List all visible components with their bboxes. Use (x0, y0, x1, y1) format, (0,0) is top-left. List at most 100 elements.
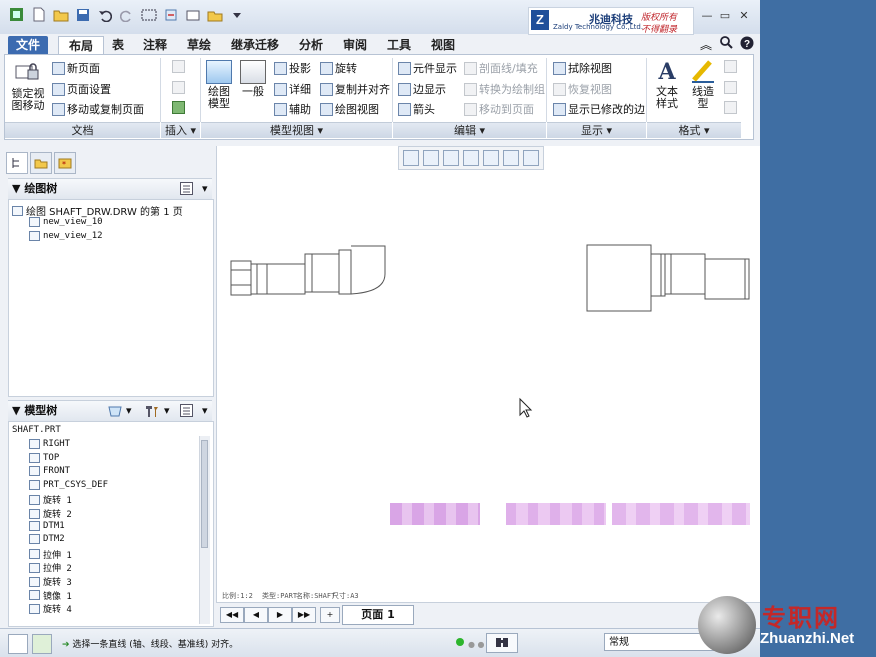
scrollbar-thumb[interactable] (201, 440, 208, 548)
tree-item[interactable]: 旋转 4 (29, 602, 72, 615)
lock-view-move-button[interactable]: 锁定视 图移动 (10, 60, 46, 112)
group-display[interactable]: 显示 ▾ (547, 122, 646, 138)
dropdown-icon[interactable]: ▾ (164, 401, 170, 421)
tab-analysis[interactable]: 分析 (294, 36, 328, 54)
drawing-tree-root[interactable]: 绘图 SHAFT_DRW.DRW 的第 1 页 (12, 203, 183, 218)
annotation-display-icon[interactable] (523, 150, 539, 166)
collapse-ribbon-icon[interactable]: ︽ (700, 36, 712, 53)
datum-display-icon[interactable] (503, 150, 519, 166)
open-folder-icon[interactable] (52, 6, 69, 23)
edge-display-button[interactable]: 边显示 (398, 81, 446, 97)
repaint-icon[interactable] (463, 150, 479, 166)
close-icon[interactable]: ✕ (737, 10, 751, 22)
tab-annotate[interactable]: 注释 (138, 36, 172, 54)
general-view-button[interactable]: 一般 (238, 60, 268, 98)
next-page-button[interactable]: ▶ (268, 607, 292, 623)
arrow-button[interactable]: 箭头 (398, 101, 435, 117)
new-file-icon[interactable] (30, 6, 47, 23)
tab-table[interactable]: 表 (106, 36, 130, 54)
show-modified-edges-button[interactable]: 显示已修改的边 (553, 101, 645, 117)
customize-toolbar-icon[interactable] (228, 6, 245, 23)
group-insert[interactable]: 插入 ▾ (161, 122, 200, 138)
model-tree-scrollbar[interactable] (199, 436, 210, 624)
dropdown-icon[interactable]: ▾ (202, 179, 208, 199)
tree-item[interactable]: DTM2 (29, 534, 65, 545)
tab-view[interactable]: 视图 (426, 36, 460, 54)
tree-item[interactable]: new_view_12 (29, 231, 103, 241)
drawing-tree-header[interactable]: ▼ 绘图树 ▾ (8, 178, 212, 199)
regenerate-icon[interactable] (162, 6, 179, 23)
revolve-view-button[interactable]: 旋转 (320, 60, 357, 76)
tab-legacy-migration[interactable]: 继承迁移 (226, 36, 284, 54)
tab-review[interactable]: 审阅 (338, 36, 372, 54)
erase-view-button[interactable]: 拭除视图 (553, 60, 612, 76)
folder-browser-tab[interactable] (30, 152, 52, 174)
model-tree-root[interactable]: SHAFT.PRT (12, 425, 61, 435)
detail-view-button[interactable]: 详细 (274, 81, 311, 97)
browser-toggle-icon[interactable] (32, 634, 52, 654)
move-copy-page-button[interactable]: 移动或复制页面 (52, 101, 144, 117)
group-format[interactable]: 格式 ▾ (647, 122, 741, 138)
insert-graph-button[interactable] (172, 60, 185, 73)
page-tab[interactable]: 页面 1 (342, 605, 414, 625)
refit-icon[interactable] (403, 150, 419, 166)
tree-item[interactable]: 旋转 3 (29, 575, 72, 588)
format-misc-button[interactable] (724, 101, 737, 114)
tree-item[interactable]: DTM1 (29, 520, 65, 531)
first-page-button[interactable]: ◀◀ (220, 607, 244, 623)
dropdown-icon[interactable]: ▾ (202, 401, 208, 421)
favorites-tab[interactable]: * (54, 152, 76, 174)
tree-item[interactable]: FRONT (29, 466, 70, 477)
model-tree-header[interactable]: ▼ 模型树 ▾ ▾ ▾ (8, 400, 212, 421)
close-window-icon[interactable] (206, 6, 223, 23)
display-style-icon[interactable] (483, 150, 499, 166)
minimize-icon[interactable]: — (700, 10, 714, 22)
convert-drawing-group-button[interactable]: 转换为绘制组 (464, 81, 545, 97)
save-icon[interactable] (74, 6, 91, 23)
drawing-model-button[interactable]: 绘图 模型 (204, 60, 234, 110)
format-pattern-button[interactable] (724, 81, 737, 94)
element-display-button[interactable]: 元件显示 (398, 60, 457, 76)
tab-layout[interactable]: 布局 (58, 36, 104, 55)
tab-tools[interactable]: 工具 (382, 36, 416, 54)
tree-item[interactable]: 镜像 1 (29, 589, 72, 602)
restore-view-button[interactable]: 恢复视图 (553, 81, 612, 97)
line-style-button[interactable]: 线造 型 (688, 58, 718, 110)
tree-item[interactable]: RIGHT (29, 439, 70, 449)
tree-item[interactable]: PRT_CSYS_DEF (29, 479, 108, 490)
insert-image-button[interactable] (172, 101, 185, 114)
last-page-button[interactable]: ▶▶ (292, 607, 316, 623)
maximize-icon[interactable]: ▭ (718, 10, 732, 22)
section-fill-button[interactable]: 剖面线/填充 (464, 60, 538, 76)
tree-item[interactable]: new_view_10 (29, 217, 103, 227)
format-settings-button[interactable] (724, 60, 737, 73)
group-edit[interactable]: 编辑 ▾ (393, 122, 546, 138)
zoom-in-icon[interactable] (423, 150, 439, 166)
help-icon[interactable]: ? (740, 36, 754, 53)
prev-page-button[interactable]: ◀ (244, 607, 268, 623)
page-setup-button[interactable]: 页面设置 (52, 81, 111, 97)
navigator-toggle-icon[interactable] (8, 634, 28, 654)
dropdown-icon[interactable]: ▾ (126, 401, 132, 421)
group-model-view[interactable]: 模型视图 ▾ (201, 122, 392, 138)
undo-icon[interactable] (96, 6, 113, 23)
find-icon[interactable] (486, 633, 518, 653)
drawing-view-button[interactable]: 绘图视图 (320, 101, 379, 117)
group-document[interactable]: 文档 (5, 122, 160, 138)
windows-icon[interactable] (184, 6, 201, 23)
add-page-icon[interactable]: + (320, 607, 340, 623)
tree-item[interactable]: 旋转 2 (29, 507, 72, 520)
projection-view-button[interactable]: 投影 (274, 60, 311, 76)
tab-file[interactable]: 文件 (8, 36, 48, 54)
app-icon[interactable] (8, 6, 25, 23)
new-page-button[interactable]: 新页面 (52, 60, 100, 76)
insert-layer-button[interactable] (172, 81, 185, 94)
search-icon[interactable] (720, 36, 733, 52)
auxiliary-view-button[interactable]: 辅助 (274, 101, 311, 117)
model-tree-tab[interactable] (6, 152, 28, 174)
tree-item[interactable]: 拉伸 1 (29, 548, 72, 561)
select-box-icon[interactable] (140, 6, 157, 23)
tree-item[interactable]: 拉伸 2 (29, 561, 72, 574)
text-style-button[interactable]: A 文本 样式 (652, 58, 682, 110)
tab-sketch[interactable]: 草绘 (182, 36, 216, 54)
